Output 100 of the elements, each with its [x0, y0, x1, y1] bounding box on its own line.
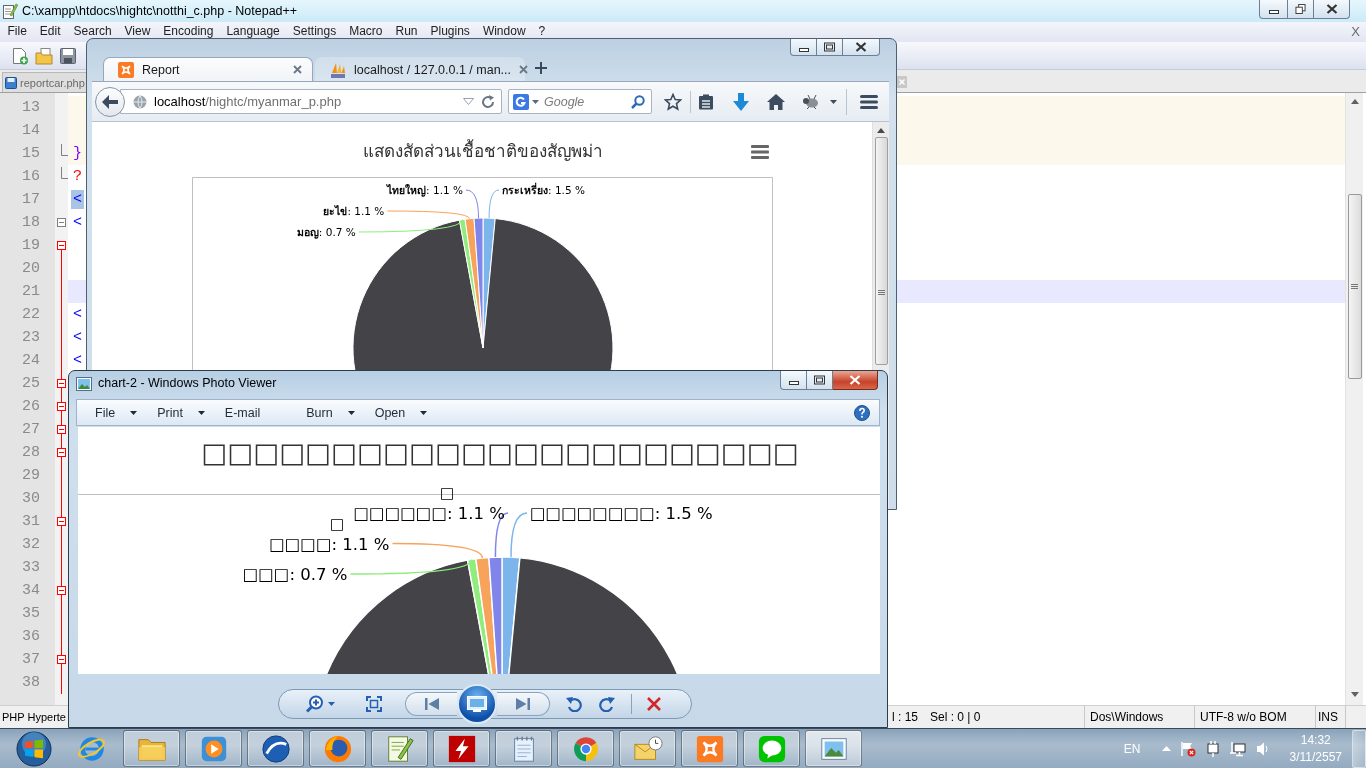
download-icon[interactable]: [733, 92, 749, 111]
address-field[interactable]: localhost/hightc/myanmar_p.php: [120, 89, 502, 114]
fold-toggle-icon[interactable]: [57, 379, 66, 388]
menu-item[interactable]: Language: [219, 25, 287, 38]
data-label: □□□□□□□□: 1.5 %: [530, 503, 713, 523]
vertical-scrollbar[interactable]: [1345, 93, 1363, 705]
taskbar-button[interactable]: [433, 730, 490, 767]
menu-item[interactable]: Encoding: [156, 25, 220, 38]
line-number: 32: [22, 535, 40, 554]
menu-item[interactable]: Open: [364, 400, 438, 425]
file-tab[interactable]: reportcar.php: [2, 72, 86, 92]
new-tab-icon[interactable]: [535, 62, 547, 74]
taskbar-button[interactable]: [743, 730, 800, 767]
taskbar-button[interactable]: [371, 730, 428, 767]
maximize-button[interactable]: [807, 371, 833, 390]
menu-item[interactable]: View: [118, 25, 157, 38]
close-button[interactable]: [843, 39, 880, 56]
taskbar-button[interactable]: [247, 730, 304, 767]
menu-item[interactable]: Window: [476, 25, 533, 38]
menu-item[interactable]: Search: [67, 25, 119, 38]
flag-error-icon[interactable]: [1179, 740, 1196, 757]
bug-icon[interactable]: [802, 94, 820, 109]
maximize-button[interactable]: [817, 39, 843, 56]
menu-icon[interactable]: [751, 145, 769, 159]
close-document-button[interactable]: X: [1351, 25, 1360, 39]
previous-button[interactable]: [405, 691, 457, 716]
search-icon[interactable]: [631, 94, 645, 109]
menu-item[interactable]: Burn: [296, 400, 365, 425]
star-icon[interactable]: [664, 92, 682, 111]
close-button[interactable]: [1314, 0, 1350, 19]
menu-item[interactable]: Plugins: [424, 25, 477, 38]
menu-item[interactable]: E-mail: [214, 400, 297, 425]
restore-button[interactable]: [1288, 0, 1314, 19]
maximize-icon: [824, 42, 835, 52]
menu-icon[interactable]: [860, 94, 878, 109]
fold-toggle-icon[interactable]: [57, 402, 66, 411]
zoom-icon[interactable]: [306, 694, 324, 713]
minimize-button[interactable]: [780, 371, 807, 390]
menu-item[interactable]: Settings: [286, 25, 343, 38]
taskbar-button[interactable]: [557, 730, 614, 767]
back-button[interactable]: [95, 86, 125, 117]
fold-toggle-icon[interactable]: [57, 425, 66, 434]
browser-tab[interactable]: Report: [103, 57, 313, 81]
new-file-icon[interactable]: [11, 46, 29, 65]
actual-size-icon[interactable]: [366, 695, 382, 712]
fold-toggle-icon[interactable]: [57, 586, 66, 595]
data-label: □□□□□□: 1.1 %: [353, 503, 505, 523]
menu-item[interactable]: File: [85, 400, 148, 425]
open-file-icon[interactable]: [35, 46, 53, 65]
taskbar-button[interactable]: [123, 730, 180, 767]
menu-item[interactable]: Macro: [342, 25, 389, 38]
menu-item[interactable]: Edit: [33, 25, 68, 38]
minimize-button[interactable]: [790, 39, 817, 56]
scroll-down-icon[interactable]: [1350, 692, 1359, 697]
taskbar-button[interactable]: [619, 730, 676, 767]
taskbar-button[interactable]: [309, 730, 366, 767]
taskbar-button[interactable]: [681, 730, 738, 767]
slideshow-button[interactable]: [457, 683, 497, 724]
menu-item[interactable]: ?: [532, 25, 552, 38]
delete-icon[interactable]: [646, 695, 662, 712]
reload-icon[interactable]: [481, 94, 495, 109]
scrollbar-thumb[interactable]: [1347, 194, 1362, 379]
caret-icon[interactable]: [830, 99, 837, 104]
taskbar-button[interactable]: [805, 730, 862, 767]
taskbar-button[interactable]: [495, 730, 552, 767]
minimize-button[interactable]: [1259, 0, 1288, 19]
rotate-right-icon[interactable]: [599, 695, 615, 712]
line-number: 27: [22, 420, 40, 439]
power-plug-icon[interactable]: [1204, 740, 1221, 757]
grip-icon: [877, 290, 885, 295]
close-icon: [855, 42, 867, 52]
fold-toggle-icon[interactable]: [57, 655, 66, 664]
close-icon[interactable]: [519, 65, 529, 74]
fold-toggle-icon[interactable]: [57, 517, 66, 526]
browser-tab[interactable]: localhost / 127.0.0.1 / man...: [315, 57, 525, 81]
scrollbar-thumb[interactable]: [874, 137, 888, 365]
close-icon[interactable]: [293, 65, 302, 74]
scroll-up-icon[interactable]: [877, 128, 885, 133]
menu-item[interactable]: Run: [389, 25, 424, 38]
code-text: <: [72, 305, 83, 324]
caret-icon[interactable]: [532, 99, 539, 104]
line-number: 34: [22, 581, 40, 600]
save-icon[interactable]: [59, 46, 77, 65]
close-button[interactable]: [833, 371, 878, 390]
dropdown-icon[interactable]: [463, 98, 474, 105]
fold-toggle-icon[interactable]: [57, 448, 66, 457]
next-button[interactable]: [497, 691, 550, 716]
clipboard-icon[interactable]: [698, 93, 714, 110]
rotate-left-icon[interactable]: [566, 695, 582, 712]
menu-item[interactable]: Print: [147, 400, 215, 425]
taskbar-button[interactable]: [185, 730, 242, 767]
home-icon[interactable]: [767, 92, 785, 111]
fold-toggle-icon[interactable]: [57, 218, 66, 227]
fold-toggle-icon[interactable]: [57, 241, 66, 250]
menu-item[interactable]: File: [1, 25, 34, 38]
code-text: <: [72, 213, 83, 232]
search-field[interactable]: Google: [508, 89, 652, 114]
scroll-up-icon[interactable]: [1350, 99, 1359, 104]
help-icon[interactable]: [854, 404, 870, 421]
network-icon[interactable]: [1229, 740, 1246, 757]
